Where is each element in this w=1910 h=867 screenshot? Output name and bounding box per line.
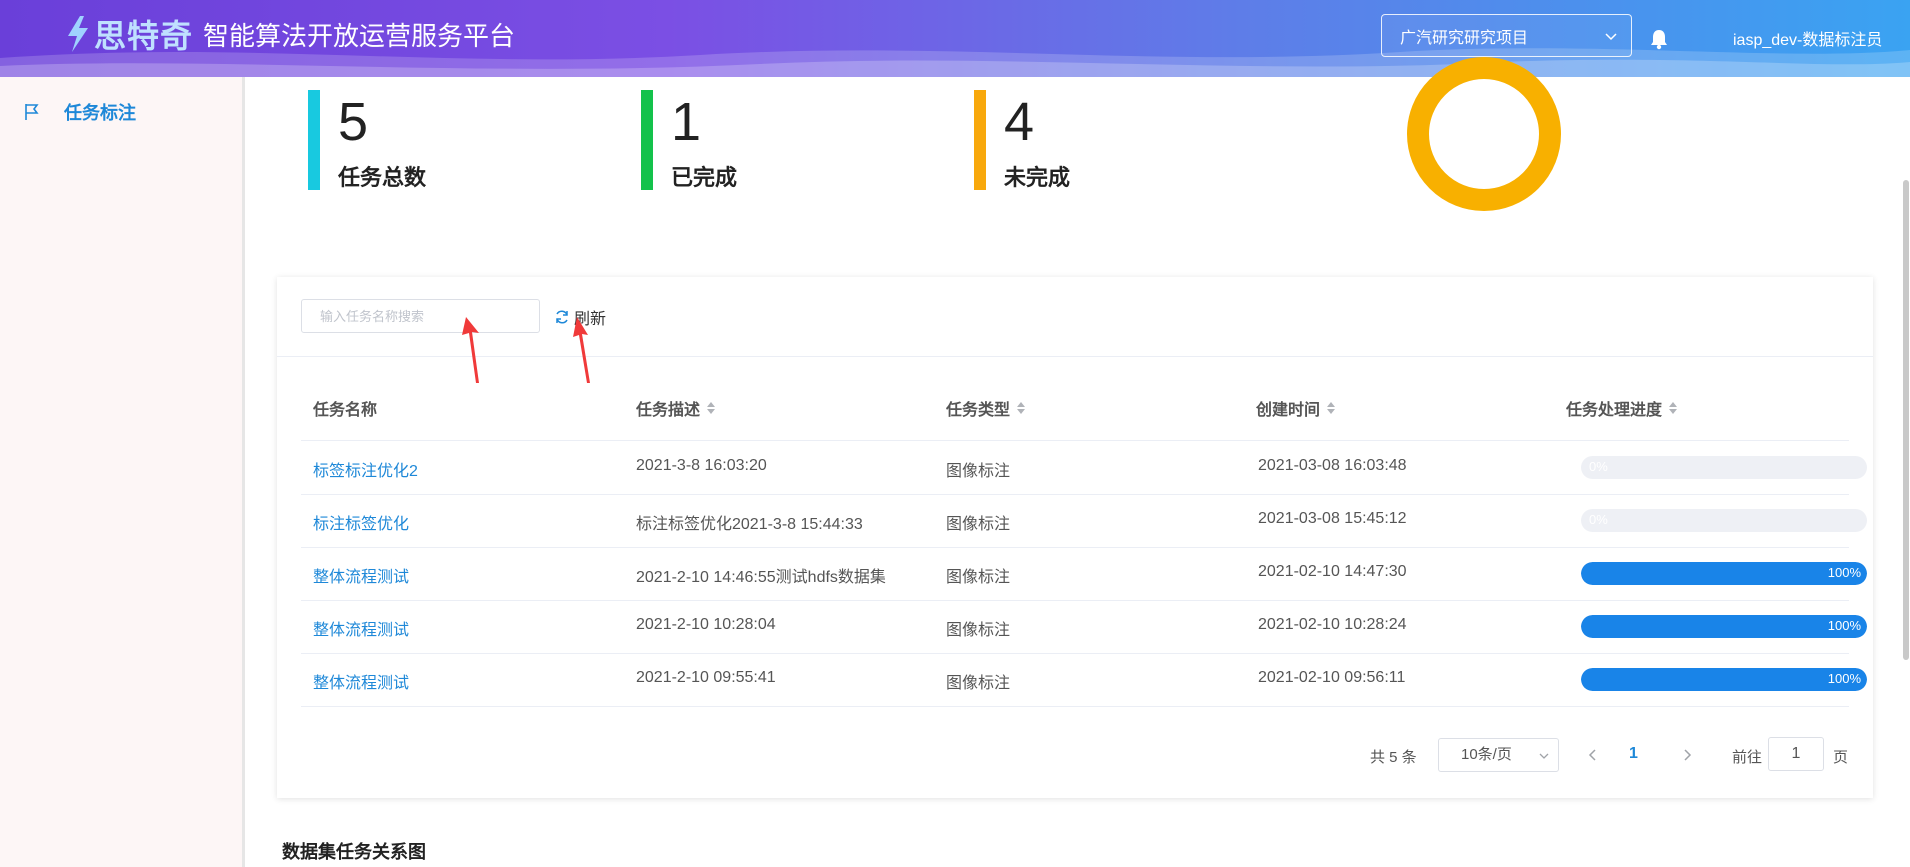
column-header-label: 创建时间 <box>1256 402 1321 419</box>
page-number-current[interactable]: 1 <box>1629 745 1638 763</box>
table-toolbar: 刷新 <box>277 277 1873 383</box>
table-row: 标签标注优化2 2021-3-8 16:03:20 图像标注 2021-03-0… <box>301 441 1867 495</box>
sort-icon[interactable] <box>1326 400 1336 416</box>
column-header-description[interactable]: 任务描述 <box>636 396 716 420</box>
table-row: 整体流程测试 2021-2-10 14:46:55测试hdfs数据集 图像标注 … <box>301 547 1867 601</box>
column-header-label: 任务处理进度 <box>1566 402 1663 419</box>
goto-label: 前往 <box>1732 749 1763 766</box>
task-created-time: 2021-02-10 09:56:11 <box>1258 669 1406 686</box>
task-progress-bar: 100% <box>1581 668 1867 691</box>
progress-fill <box>1581 615 1867 638</box>
stat-uncompleted-value: 4 <box>1004 92 1035 152</box>
task-created-time: 2021-03-08 15:45:12 <box>1258 510 1407 527</box>
task-description: 标注标签优化2021-3-8 15:44:33 <box>636 516 863 533</box>
column-header-label: 任务描述 <box>636 402 701 419</box>
notification-bell-icon[interactable] <box>1649 28 1669 50</box>
lightning-logo-icon <box>68 16 88 52</box>
brand-logo[interactable]: 思特奇 智能算法开放运营服务平台 <box>64 14 515 54</box>
task-type: 图像标注 <box>946 569 1011 586</box>
stat-total-value: 5 <box>338 92 369 152</box>
task-progress-bar: 0% <box>1581 509 1867 532</box>
chevron-down-icon <box>1605 33 1617 41</box>
brand-name: 思特奇 <box>94 18 194 54</box>
column-header-label: 任务类型 <box>946 402 1011 419</box>
task-name-link[interactable]: 整体流程测试 <box>313 616 409 640</box>
table-row: 标注标签优化 标注标签优化2021-3-8 15:44:33 图像标注 2021… <box>301 494 1867 548</box>
top-header: 思特奇 智能算法开放运营服务平台 广汽研究研究项目 iasp_dev-数据标注员 <box>0 0 1910 77</box>
completion-donut-chart <box>1407 57 1561 211</box>
progress-fill <box>1581 668 1867 691</box>
task-progress-bar: 100% <box>1581 562 1867 585</box>
task-created-time: 2021-03-08 16:03:48 <box>1258 457 1407 474</box>
task-name-link[interactable]: 标注标签优化 <box>313 510 409 534</box>
task-type: 图像标注 <box>946 516 1011 533</box>
refresh-icon <box>556 310 568 324</box>
task-description: 2021-2-10 10:28:04 <box>636 616 776 633</box>
stat-total-bar <box>308 90 320 190</box>
column-header-name: 任务名称 <box>313 396 377 420</box>
stat-uncompleted-bar <box>974 90 986 190</box>
task-description: 2021-2-10 09:55:41 <box>636 669 776 686</box>
sidebar-item-label: 任务标注 <box>64 103 136 123</box>
chevron-down-icon <box>1539 753 1549 759</box>
page-size-select[interactable]: 10条/页 <box>1438 738 1559 772</box>
sidebar: 任务标注 <box>0 77 245 867</box>
sort-icon[interactable] <box>706 400 716 416</box>
task-name-link[interactable]: 整体流程测试 <box>313 563 409 587</box>
flag-icon <box>25 104 39 120</box>
task-description: 2021-3-8 16:03:20 <box>636 457 767 474</box>
project-select[interactable]: 广汽研究研究项目 <box>1381 14 1632 57</box>
sidebar-item-task-annotation[interactable]: 任务标注 <box>22 99 136 125</box>
stat-completed-bar <box>641 90 653 190</box>
page-unit-label: 页 <box>1833 749 1849 766</box>
section-title: 数据集任务关系图 <box>282 842 426 862</box>
task-type: 图像标注 <box>946 463 1011 480</box>
table-row: 整体流程测试 2021-2-10 10:28:04 图像标注 2021-02-1… <box>301 600 1867 654</box>
page-scrollbar[interactable] <box>1903 180 1909 660</box>
progress-text: 100% <box>1827 618 1861 633</box>
progress-text: 0% <box>1589 459 1608 474</box>
pagination: 共 5 条 10条/页 1 前往 页 <box>277 737 1873 773</box>
project-select-value: 广汽研究研究项目 <box>1400 29 1529 47</box>
progress-text: 100% <box>1827 565 1861 580</box>
task-progress-bar: 100% <box>1581 615 1867 638</box>
stat-total-label: 任务总数 <box>338 165 427 190</box>
search-input[interactable] <box>301 299 540 333</box>
platform-title: 智能算法开放运营服务平台 <box>203 20 516 51</box>
next-page-icon[interactable] <box>1681 748 1693 762</box>
table-row: 整体流程测试 2021-2-10 09:55:41 图像标注 2021-02-1… <box>301 653 1867 707</box>
column-header-label: 任务名称 <box>313 402 378 419</box>
task-name-link[interactable]: 整体流程测试 <box>313 669 409 693</box>
user-menu[interactable]: iasp_dev-数据标注员 <box>1733 26 1882 50</box>
progress-text: 100% <box>1827 671 1861 686</box>
prev-page-icon[interactable] <box>1587 748 1599 762</box>
goto-page-input[interactable] <box>1768 737 1824 771</box>
task-type: 图像标注 <box>946 622 1011 639</box>
column-header-progress[interactable]: 任务处理进度 <box>1566 396 1678 420</box>
progress-text: 0% <box>1589 512 1608 527</box>
progress-fill <box>1581 562 1867 585</box>
task-created-time: 2021-02-10 14:47:30 <box>1258 563 1407 580</box>
pagination-total: 共 5 条 <box>1370 749 1417 766</box>
sort-icon[interactable] <box>1668 400 1678 416</box>
task-progress-bar: 0% <box>1581 456 1867 479</box>
page-size-value: 10条/页 <box>1461 746 1512 763</box>
column-header-type[interactable]: 任务类型 <box>946 396 1026 420</box>
table-header: 任务名称 任务描述 任务类型 创建时间 任务处理进度 <box>301 372 1849 441</box>
task-name-link[interactable]: 标签标注优化2 <box>313 457 418 481</box>
stat-completed-value: 1 <box>671 92 702 152</box>
sort-icon[interactable] <box>1016 400 1026 416</box>
stat-completed-label: 已完成 <box>671 165 738 190</box>
stat-uncompleted-label: 未完成 <box>1004 165 1071 190</box>
column-header-created[interactable]: 创建时间 <box>1256 396 1336 420</box>
task-table-card: 刷新 任务名称 任务描述 任务类型 创建时间 任务处理进度 <box>277 277 1873 798</box>
task-description: 2021-2-10 14:46:55测试hdfs数据集 <box>636 569 886 586</box>
task-type: 图像标注 <box>946 675 1011 692</box>
task-created-time: 2021-02-10 10:28:24 <box>1258 616 1407 633</box>
